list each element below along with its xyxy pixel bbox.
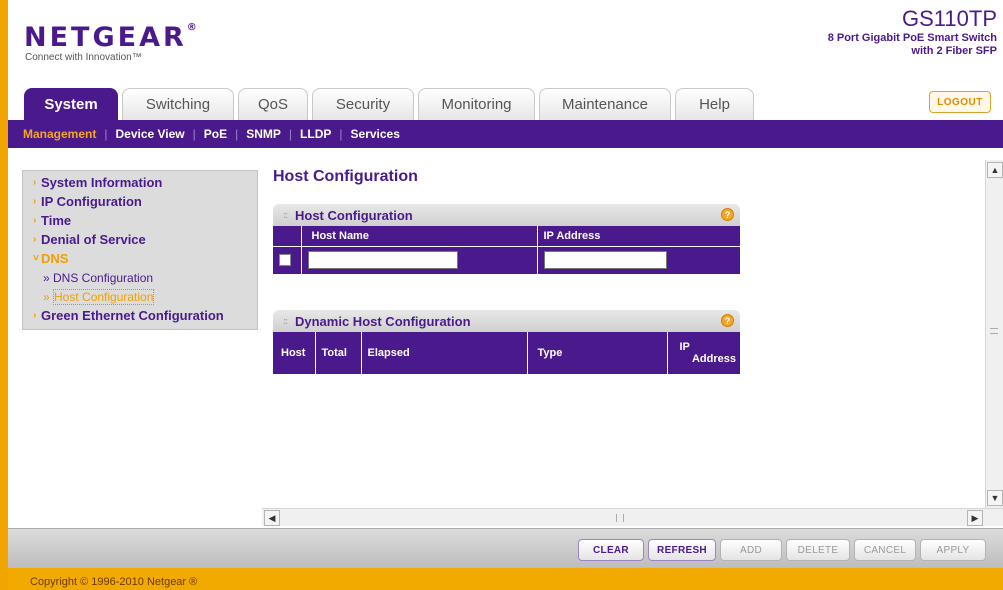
double-chevron-icon: » (43, 270, 54, 285)
tab-switching[interactable]: Switching (122, 88, 234, 120)
tab-help[interactable]: Help (675, 88, 754, 120)
subnav-services[interactable]: Services (343, 127, 408, 141)
subnav-poe[interactable]: PoE (196, 127, 235, 141)
brand-tagline: Connect with Innovation™ (25, 52, 142, 63)
column-header-ip-address: IP Address (537, 226, 740, 246)
select-cell (273, 245, 302, 274)
host-name-cell (301, 245, 538, 274)
subnav-device-view[interactable]: Device View (107, 127, 192, 141)
tab-system[interactable]: System (24, 88, 118, 120)
host-config-table: Host Name IP Address (273, 226, 740, 274)
column-header-ip-line2: Address (691, 353, 736, 365)
logout-button[interactable]: LOGOUT (929, 91, 991, 113)
delete-button[interactable]: DELETE (786, 539, 850, 561)
row-select-checkbox[interactable] (279, 254, 291, 267)
dynamic-host-table: Host Total Elapsed Type IP Address (273, 332, 740, 374)
chevron-right-icon: › (33, 310, 37, 321)
section-title: Dynamic Host Configuration (295, 313, 471, 329)
host-configuration-section: :: Host Configuration ? Host Name IP Add… (273, 204, 740, 274)
sidebar-item-system-information[interactable]: › System Information (23, 173, 257, 192)
sidebar-subitem-label: Host Configuration (53, 288, 155, 305)
column-header-total: Total (315, 332, 362, 374)
sidebar-item-denial-of-service[interactable]: › Denial of Service (23, 230, 257, 249)
section-title: Host Configuration (295, 207, 413, 223)
double-chevron-icon: » (43, 289, 54, 304)
column-header-ip-line1: IP (679, 341, 690, 353)
product-model: GS110TP (902, 6, 997, 31)
column-header-elapsed: Elapsed (361, 332, 528, 374)
action-button-bar: CLEAR REFRESH ADD DELETE CANCEL APPLY (8, 528, 1003, 568)
help-icon[interactable]: ? (721, 314, 734, 327)
chevron-right-icon: › (33, 234, 37, 245)
clear-button[interactable]: CLEAR (578, 539, 644, 561)
sidebar-item-label: System Information (41, 175, 163, 190)
sidebar: › System Information › IP Configuration › T… (22, 170, 258, 488)
sidebar-item-label: Green Ethernet Configuration (41, 308, 224, 323)
sidebar-item-time[interactable]: › Time (23, 211, 257, 230)
main-tabs: System Switching QoS Security Monitoring… (24, 88, 758, 120)
scroll-left-icon[interactable]: ◀ (264, 510, 280, 526)
sidebar-item-label: Denial of Service (41, 232, 146, 247)
sidebar-subitem-label: DNS Configuration (53, 270, 154, 285)
subnav-snmp[interactable]: SNMP (238, 127, 289, 141)
chevron-right-icon: › (33, 215, 37, 226)
help-icon[interactable]: ? (721, 208, 734, 221)
netgear-logo: NETGEAR® (24, 22, 197, 53)
subnav-management[interactable]: Management (21, 127, 104, 141)
sidebar-item-label: Time (41, 213, 72, 228)
add-button[interactable]: ADD (720, 539, 782, 561)
sidebar-subitem-dns-configuration[interactable]: » DNS Configuration (23, 268, 257, 287)
select-column-header (273, 226, 302, 246)
sidebar-item-label: IP Configuration (41, 194, 142, 209)
column-header-ip-address: IP Address (667, 332, 740, 374)
host-name-input[interactable] (307, 251, 458, 269)
tab-maintenance[interactable]: Maintenance (539, 88, 671, 120)
tab-security[interactable]: Security (312, 88, 414, 120)
scroll-right-icon[interactable]: ▶ (967, 510, 983, 526)
tab-qos[interactable]: QoS (238, 88, 308, 120)
sidebar-item-dns[interactable]: ˅ DNS (23, 249, 257, 268)
grip-icon: :: (283, 316, 288, 326)
subnav-lldp[interactable]: LLDP (292, 127, 339, 141)
sidebar-item-label: DNS (41, 251, 69, 266)
scroll-grip-icon (616, 514, 624, 522)
horizontal-scrollbar[interactable]: ◀ ▶ (262, 508, 1003, 526)
sub-navigation: Management | Device View | PoE | SNMP | … (8, 120, 1003, 148)
chevron-right-icon: › (33, 177, 37, 188)
section-header: :: Host Configuration ? (273, 204, 740, 226)
column-header-type: Type (527, 332, 668, 374)
copyright-text: Copyright © 1996-2010 Netgear ® (30, 576, 198, 588)
cancel-button[interactable]: CANCEL (854, 539, 916, 561)
refresh-button[interactable]: REFRESH (648, 539, 716, 561)
product-description: 8 Port Gigabit PoE Smart Switch with 2 F… (777, 32, 997, 58)
dynamic-host-configuration-section: :: Dynamic Host Configuration ? Host Tot… (273, 310, 740, 374)
product-description-line2: with 2 Fiber SFP (911, 45, 997, 57)
ip-address-cell (537, 245, 740, 274)
left-accent-bar (0, 0, 8, 590)
tab-monitoring[interactable]: Monitoring (418, 88, 535, 120)
table-header-row: Host Total Elapsed Type IP Address (273, 332, 740, 374)
column-header-host-name: Host Name (301, 226, 538, 246)
section-header: :: Dynamic Host Configuration ? (273, 310, 740, 332)
scroll-grip-icon (990, 328, 998, 334)
page-title: Host Configuration (273, 168, 418, 185)
sidebar-subitem-host-configuration[interactable]: » Host Configuration (23, 287, 257, 306)
chevron-down-icon: ˅ (33, 253, 39, 264)
scroll-up-icon[interactable]: ▲ (987, 162, 1003, 178)
sidebar-item-ip-configuration[interactable]: › IP Configuration (23, 192, 257, 211)
product-description-line1: 8 Port Gigabit PoE Smart Switch (827, 32, 997, 44)
grip-icon: :: (283, 210, 288, 220)
ip-address-input[interactable] (543, 251, 667, 269)
chevron-right-icon: › (33, 196, 37, 207)
vertical-scrollbar[interactable]: ▲ ▼ (985, 160, 1003, 508)
apply-button[interactable]: APPLY (920, 539, 986, 561)
sidebar-menu: › System Information › IP Configuration › T… (22, 170, 258, 330)
sidebar-item-green-ethernet-configuration[interactable]: › Green Ethernet Configuration (23, 306, 257, 325)
table-header-row: Host Name IP Address (273, 226, 740, 246)
column-header-host: Host (273, 332, 316, 374)
table-row (273, 245, 740, 274)
scroll-down-icon[interactable]: ▼ (987, 490, 1003, 506)
